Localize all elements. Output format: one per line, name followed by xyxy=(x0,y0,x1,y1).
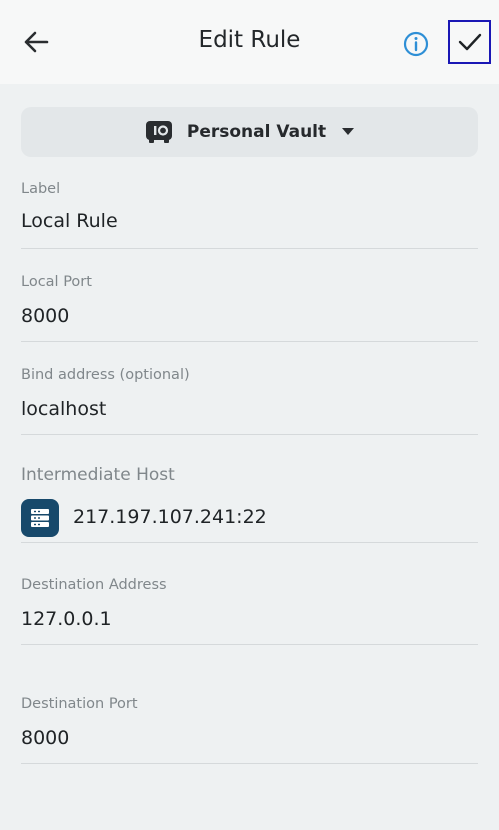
info-button[interactable] xyxy=(402,30,430,58)
local-port-value[interactable]: 8000 xyxy=(21,305,478,327)
vault-label: Personal Vault xyxy=(186,122,327,142)
bind-address-value[interactable]: localhost xyxy=(21,398,478,420)
local-port-field[interactable]: Local Port 8000 xyxy=(21,274,478,342)
local-port-label: Local Port xyxy=(21,274,92,290)
server-icon xyxy=(21,499,59,537)
destination-port-value[interactable]: 8000 xyxy=(21,727,478,749)
label-field[interactable]: Label Local Rule xyxy=(21,181,478,249)
info-circle-icon xyxy=(403,31,429,57)
intermediate-host-label: Intermediate Host xyxy=(21,465,175,485)
vault-selector[interactable]: Personal Vault xyxy=(21,107,478,157)
app-bar: Edit Rule xyxy=(0,0,499,84)
intermediate-host-value[interactable]: 217.197.107.241:22 xyxy=(73,506,267,528)
bind-address-field[interactable]: Bind address (optional) localhost xyxy=(21,367,478,435)
save-button[interactable] xyxy=(448,20,491,64)
label-field-label: Label xyxy=(21,181,61,197)
destination-port-field[interactable]: Destination Port 8000 xyxy=(21,696,478,764)
destination-port-label: Destination Port xyxy=(21,696,138,712)
destination-address-label: Destination Address xyxy=(21,577,167,593)
checkmark-icon xyxy=(458,33,481,51)
destination-address-field[interactable]: Destination Address 127.0.0.1 xyxy=(21,577,478,645)
destination-address-value[interactable]: 127.0.0.1 xyxy=(21,608,478,630)
intermediate-host-field[interactable]: Intermediate Host 217.197.107.241:22 xyxy=(21,465,478,543)
vault-icon xyxy=(145,120,173,144)
bind-address-label: Bind address (optional) xyxy=(21,367,190,383)
caret-down-icon xyxy=(342,128,355,136)
label-field-value[interactable]: Local Rule xyxy=(21,210,478,232)
